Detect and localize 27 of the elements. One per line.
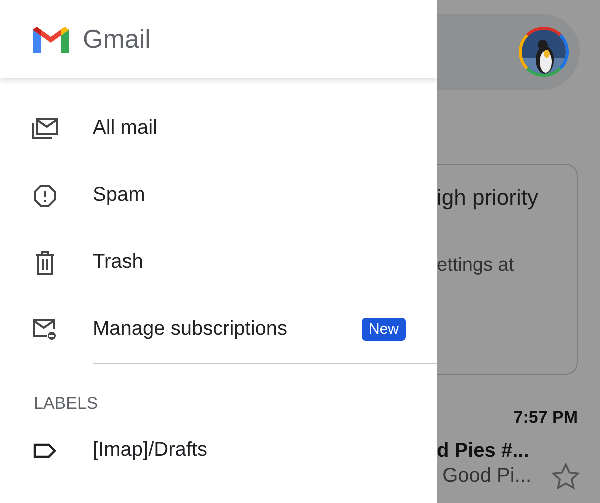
mail-stack-icon [32, 118, 58, 140]
avatar-button[interactable] [519, 27, 569, 77]
nav-item[interactable]: Trash [0, 229, 437, 296]
section-heading: LABELS [33, 393, 100, 415]
label-item-label: [Imap]/Drafts [93, 439, 208, 462]
card-title: igh priority [437, 185, 540, 211]
email-sender: d Pies #... [437, 440, 530, 463]
nav-item-label: All mail [93, 117, 158, 140]
card-text: ettings at [437, 255, 516, 277]
email-preview: Good Pi... [442, 465, 532, 488]
email-time: 7:57 PM [512, 408, 578, 428]
nav-item-label: Spam [93, 184, 146, 207]
nav-item[interactable]: Manage subscriptions New [0, 296, 437, 363]
star-icon[interactable] [552, 463, 580, 490]
label-icon [32, 442, 56, 458]
search-bar[interactable] [437, 14, 580, 90]
nav-item-label: Manage subscriptions [93, 318, 289, 341]
logo-icon [33, 26, 69, 52]
nav-item-label: Trash [93, 251, 144, 274]
mail-minus-icon [32, 318, 58, 342]
warning-octagon-icon [32, 184, 56, 208]
new-badge: New [362, 318, 406, 341]
label-item[interactable]: [Imap]/Drafts [0, 417, 437, 484]
trash-icon [34, 250, 56, 274]
nav-item[interactable]: All mail [0, 95, 437, 162]
nav-item[interactable]: Spam [0, 162, 437, 229]
app-name: Gmail [83, 24, 151, 54]
